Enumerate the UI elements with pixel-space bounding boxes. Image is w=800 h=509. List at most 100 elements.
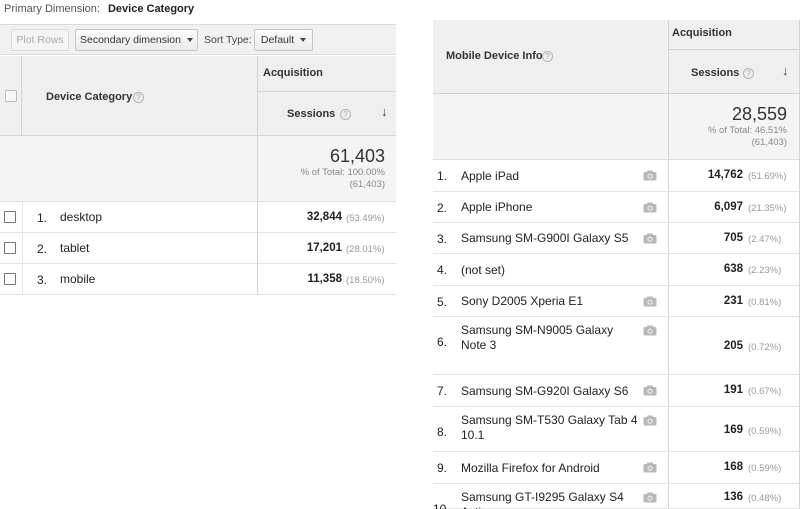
row-name-link[interactable]: Sony D2005 Xperia E1	[461, 294, 639, 309]
primary-dimension-value[interactable]: Device Category	[108, 3, 194, 15]
row-name-link[interactable]: Samsung SM-G920I Galaxy S6	[461, 384, 639, 399]
row-sessions: 231	[723, 295, 743, 307]
row-name-link[interactable]: Samsung SM-T530 Galaxy Tab 4 10.1	[461, 413, 639, 443]
row-sessions: 6,097	[714, 201, 743, 213]
plot-rows-button[interactable]: Plot Rows	[11, 29, 69, 51]
primary-dimension-label: Primary Dimension:	[4, 3, 100, 15]
sessions-label[interactable]: Sessions	[691, 67, 739, 79]
total-reference: (61,403)	[349, 179, 385, 190]
help-icon[interactable]: ?	[743, 68, 754, 79]
row-name-link[interactable]: Samsung SM-N9005 Galaxy Note 3	[461, 323, 639, 353]
sort-type-dropdown[interactable]: Default	[254, 29, 313, 51]
row-sessions: 168	[723, 461, 743, 473]
table-row: 3. Samsung SM-G900I Galaxy S5 705 (2.47%)	[433, 223, 800, 254]
table-row: 7. Samsung SM-G920I Galaxy S6 191 (0.67%)	[433, 375, 800, 407]
table-row: 1. Apple iPad 14,762 (51.69%)	[433, 160, 800, 192]
row-percent: (0.67%)	[748, 386, 782, 397]
row-sessions: 11,358	[307, 273, 342, 285]
secondary-dimension-dropdown[interactable]: Secondary dimension	[75, 29, 198, 51]
row-percent: (53.49%)	[346, 213, 385, 224]
row-name-link[interactable]: (not set)	[461, 263, 639, 278]
camera-icon[interactable]	[643, 462, 657, 473]
row-number: 4.	[437, 263, 448, 277]
row-name-link[interactable]: Apple iPhone	[461, 200, 639, 215]
row-name-link[interactable]: Mozilla Firefox for Android	[461, 461, 639, 476]
row-percent: (2.47%)	[748, 234, 782, 245]
device-category-table: Device Category ? Acquisition Sessions ?…	[0, 56, 396, 296]
row-percent: (0.59%)	[748, 463, 782, 474]
row-number: 2.	[37, 242, 48, 256]
row-number: 1.	[37, 211, 48, 225]
camera-icon[interactable]	[643, 385, 657, 396]
row-sessions: 14,762	[707, 169, 743, 181]
row-percent: (51.69%)	[748, 171, 787, 182]
row-checkbox[interactable]	[4, 211, 16, 223]
row-percent: (0.48%)	[748, 493, 782, 504]
camera-icon[interactable]	[643, 415, 657, 426]
totals-row-label-cell	[0, 136, 257, 202]
row-sessions: 17,201	[306, 242, 342, 254]
row-percent: (2.23%)	[748, 265, 782, 276]
table-row: 2. Apple iPhone 6,097 (21.35%)	[433, 192, 800, 223]
acquisition-group-header: Acquisition	[257, 56, 396, 92]
row-number: 9.	[437, 461, 448, 475]
table-row: 10. Samsung GT-I9295 Galaxy S4 Active 136 (…	[433, 484, 800, 509]
camera-icon[interactable]	[643, 296, 657, 307]
totals-row-label-cell	[433, 94, 668, 160]
total-percent: % of Total: 46.51%	[707, 125, 787, 136]
sort-descending-icon[interactable]: ↓	[381, 104, 388, 119]
row-checkbox[interactable]	[4, 242, 16, 254]
row-sessions: 32,844	[306, 211, 342, 223]
row-percent: (0.81%)	[748, 297, 782, 308]
row-name-link[interactable]: Samsung SM-G900I Galaxy S5	[461, 231, 639, 246]
camera-icon[interactable]	[643, 492, 657, 503]
acquisition-group-header: Acquisition	[668, 20, 800, 50]
select-all-checkbox[interactable]	[5, 90, 17, 102]
row-sessions: 169	[723, 424, 743, 436]
table-header: Mobile Device Info ?	[433, 20, 668, 94]
row-name-link[interactable]: Samsung GT-I9295 Galaxy S4 Active	[461, 490, 639, 509]
row-number: 3.	[437, 232, 448, 246]
row-name-link[interactable]: Apple iPad	[461, 169, 639, 184]
table-toolbar: Plot Rows Secondary dimension Sort Type:…	[0, 24, 396, 55]
camera-icon[interactable]	[643, 202, 657, 213]
table-row: 9. Mozilla Firefox for Android 168 (0.59%)	[433, 452, 800, 484]
row-number: 3.	[37, 273, 48, 287]
checkbox-column-header	[0, 56, 22, 136]
sessions-label[interactable]: Sessions	[287, 108, 335, 120]
row-number: 6.	[437, 335, 448, 349]
totals-cell: 28,559 % of Total: 46.51% (61,403)	[668, 94, 800, 160]
camera-icon[interactable]	[643, 233, 657, 244]
table-row: 5. Sony D2005 Xperia E1 231 (0.81%)	[433, 286, 800, 317]
row-name-link[interactable]: tablet	[60, 241, 89, 256]
table-row: 6. Samsung SM-N9005 Galaxy Note 3 205 (0.72…	[433, 317, 800, 375]
row-percent: (21.35%)	[748, 203, 787, 214]
acquisition-label: Acquisition	[672, 27, 732, 39]
camera-icon[interactable]	[643, 325, 657, 336]
caret-down-icon	[300, 38, 307, 42]
secondary-dimension-label: Secondary dimension	[80, 34, 181, 46]
row-name-link[interactable]: desktop	[60, 210, 102, 225]
sessions-column-header[interactable]: Sessions ? ↓	[257, 92, 396, 136]
sessions-column-header[interactable]: Sessions ? ↓	[668, 50, 800, 94]
row-checkbox[interactable]	[4, 273, 16, 285]
help-icon[interactable]: ?	[542, 51, 553, 62]
row-sessions: 205	[723, 340, 743, 352]
help-icon[interactable]: ?	[133, 92, 144, 103]
table-row: 8. Samsung SM-T530 Galaxy Tab 4 10.1 169 (0…	[433, 407, 800, 452]
acquisition-label: Acquisition	[263, 67, 323, 79]
row-number: 7.	[437, 384, 448, 398]
total-sessions: 28,559	[731, 104, 787, 124]
dimension-header[interactable]: Device Category	[46, 91, 132, 103]
row-number: 5.	[437, 295, 448, 309]
table-row: 4. (not set) 638 (2.23%)	[433, 254, 800, 286]
row-name-link[interactable]: mobile	[60, 272, 95, 287]
dimension-header[interactable]: Mobile Device Info	[446, 50, 543, 62]
camera-icon[interactable]	[643, 170, 657, 181]
mobile-device-info-table: Mobile Device Info ? Acquisition Session…	[433, 20, 800, 509]
total-percent: % of Total: 100.00%	[300, 167, 385, 178]
help-icon[interactable]: ?	[340, 109, 351, 120]
sort-descending-icon[interactable]: ↓	[782, 63, 789, 78]
caret-down-icon	[186, 38, 193, 42]
row-sessions: 136	[723, 491, 743, 503]
